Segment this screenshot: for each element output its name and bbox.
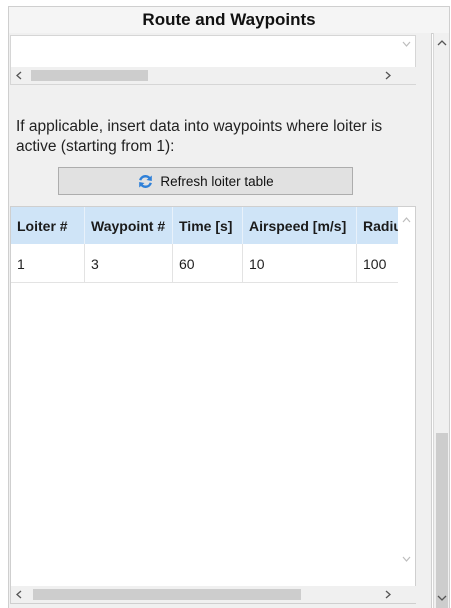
scroll-down-button[interactable] (398, 551, 415, 568)
scroll-up-button[interactable] (434, 35, 450, 51)
chevron-down-icon (402, 41, 411, 47)
scroll-thumb[interactable] (436, 433, 448, 608)
chevron-down-icon (437, 595, 447, 601)
upper-list-vscrollbar[interactable] (398, 36, 415, 68)
upper-list-hscrollbar[interactable] (11, 67, 416, 84)
table-cell[interactable]: 3 (85, 244, 173, 283)
chevron-down-icon (402, 556, 411, 562)
chevron-right-icon (385, 71, 391, 80)
table-cell[interactable]: 10 (243, 244, 357, 283)
table-vscrollbar[interactable] (398, 207, 415, 570)
table-cell[interactable]: 100 (357, 244, 399, 283)
scroll-left-button[interactable] (11, 67, 28, 84)
panel-title: Route and Waypoints (8, 6, 450, 34)
scroll-left-button[interactable] (11, 586, 28, 603)
table-body: 1 3 60 10 100 (11, 244, 399, 283)
table-row[interactable]: 1 3 60 10 100 (11, 244, 399, 283)
table-cell[interactable]: 60 (173, 244, 243, 283)
scroll-down-button[interactable] (434, 590, 450, 606)
chevron-left-icon (16, 71, 22, 80)
chevron-right-icon (385, 590, 391, 599)
table-cell[interactable]: 1 (11, 244, 85, 283)
table-header: Loiter # Waypoint # Time [s] Airspeed [m… (11, 207, 399, 244)
loiter-table: Loiter # Waypoint # Time [s] Airspeed [m… (10, 206, 416, 604)
column-header-airspeed[interactable]: Airspeed [m/s] (243, 207, 357, 244)
refresh-icon (137, 173, 154, 190)
column-header-radius[interactable]: Radius (357, 207, 399, 244)
refresh-loiter-table-button[interactable]: Refresh loiter table (58, 167, 353, 195)
column-header-waypoint[interactable]: Waypoint # (85, 207, 173, 244)
column-header-time[interactable]: Time [s] (173, 207, 243, 244)
loiter-instruction-text: If applicable, insert data into waypoint… (16, 118, 383, 155)
refresh-button-label: Refresh loiter table (160, 173, 274, 189)
table-hscrollbar[interactable] (11, 586, 416, 603)
chevron-left-icon (16, 590, 22, 599)
scroll-right-button[interactable] (379, 586, 396, 603)
chevron-up-icon (437, 40, 447, 46)
upper-list-box (10, 35, 416, 85)
scroll-thumb[interactable] (33, 589, 301, 600)
panel-vscrollbar[interactable] (433, 33, 450, 608)
scroll-up-button[interactable] (398, 211, 415, 228)
chevron-up-icon (402, 217, 411, 223)
scroll-thumb[interactable] (31, 70, 148, 81)
scroll-right-button[interactable] (379, 67, 396, 84)
column-header-loiter[interactable]: Loiter # (11, 207, 85, 244)
